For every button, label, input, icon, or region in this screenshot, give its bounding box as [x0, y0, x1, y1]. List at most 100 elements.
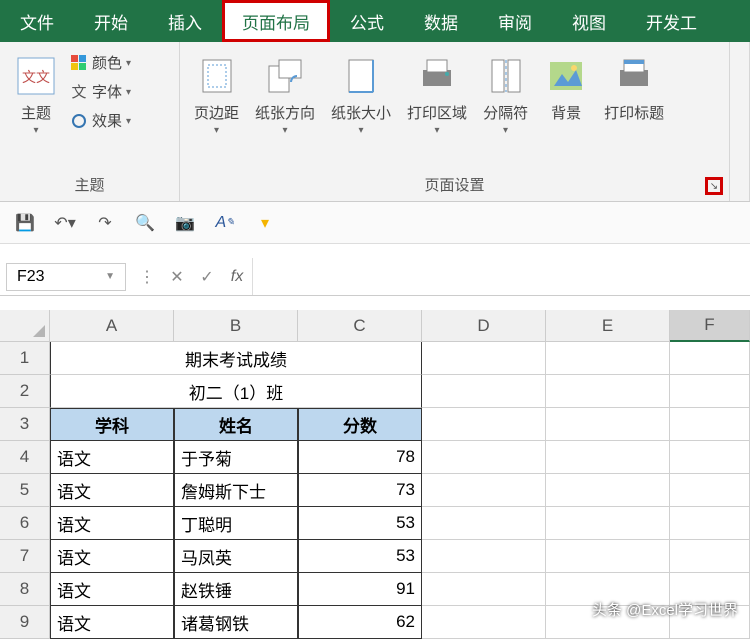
- col-header-A[interactable]: A: [50, 310, 174, 342]
- cell[interactable]: [422, 606, 546, 639]
- header-cell[interactable]: 姓名: [174, 408, 298, 441]
- cell[interactable]: [422, 540, 546, 573]
- watermark: 头条 @Excel学习世界: [592, 599, 738, 620]
- header-cell[interactable]: 学科: [50, 408, 174, 441]
- select-all-button[interactable]: [0, 310, 50, 342]
- redo-icon[interactable]: ↷: [94, 212, 116, 234]
- cell[interactable]: [670, 375, 750, 408]
- cell[interactable]: [422, 507, 546, 540]
- row-header-3[interactable]: 3: [0, 408, 50, 441]
- tab-insert[interactable]: 插入: [148, 0, 222, 42]
- fonts-button[interactable]: 文 字体▾: [66, 79, 135, 104]
- background-button[interactable]: 背景: [536, 50, 596, 127]
- row-header-5[interactable]: 5: [0, 474, 50, 507]
- cell[interactable]: [422, 408, 546, 441]
- tab-developer[interactable]: 开发工: [626, 0, 717, 42]
- cell[interactable]: 詹姆斯下士: [174, 474, 298, 507]
- row-header-6[interactable]: 6: [0, 507, 50, 540]
- cell[interactable]: 丁聪明: [174, 507, 298, 540]
- breaks-button[interactable]: 分隔符▾: [475, 50, 536, 140]
- tab-data[interactable]: 数据: [404, 0, 478, 42]
- save-icon[interactable]: 💾: [14, 212, 36, 234]
- cell[interactable]: 78: [298, 441, 422, 474]
- tab-file[interactable]: 文件: [0, 0, 74, 42]
- cell[interactable]: [546, 408, 670, 441]
- name-box[interactable]: F23 ▼: [6, 263, 126, 291]
- cell[interactable]: 于予菊: [174, 441, 298, 474]
- fx-icon[interactable]: fx: [222, 268, 252, 286]
- tab-formulas[interactable]: 公式: [330, 0, 404, 42]
- cell[interactable]: [422, 474, 546, 507]
- orientation-button[interactable]: 纸张方向▾: [247, 50, 323, 140]
- cell[interactable]: 语文: [50, 507, 174, 540]
- cell[interactable]: [422, 375, 546, 408]
- row-header-2[interactable]: 2: [0, 375, 50, 408]
- cell[interactable]: 62: [298, 606, 422, 639]
- cell[interactable]: 语文: [50, 540, 174, 573]
- cancel-icon[interactable]: ✕: [162, 267, 192, 287]
- cell[interactable]: [670, 540, 750, 573]
- title-cell[interactable]: 期末考试成绩: [50, 342, 422, 375]
- row-header-7[interactable]: 7: [0, 540, 50, 573]
- tab-page-layout[interactable]: 页面布局: [222, 0, 330, 42]
- cell[interactable]: [546, 474, 670, 507]
- print-area-button[interactable]: 打印区域▾: [399, 50, 475, 140]
- col-header-C[interactable]: C: [298, 310, 422, 342]
- cell[interactable]: 53: [298, 507, 422, 540]
- font-format-icon[interactable]: A✎: [214, 212, 236, 234]
- cell[interactable]: 赵铁锤: [174, 573, 298, 606]
- row-header-1[interactable]: 1: [0, 342, 50, 375]
- tab-home[interactable]: 开始: [74, 0, 148, 42]
- cell[interactable]: [670, 342, 750, 375]
- formula-input[interactable]: [252, 258, 750, 295]
- cell[interactable]: [546, 375, 670, 408]
- cell[interactable]: 语文: [50, 606, 174, 639]
- tab-review[interactable]: 审阅: [478, 0, 552, 42]
- cell[interactable]: [546, 507, 670, 540]
- cell[interactable]: 91: [298, 573, 422, 606]
- cell[interactable]: 语文: [50, 441, 174, 474]
- cell[interactable]: [670, 474, 750, 507]
- col-header-D[interactable]: D: [422, 310, 546, 342]
- themes-button[interactable]: 文文 主题 ▾: [6, 50, 66, 140]
- row-header-4[interactable]: 4: [0, 441, 50, 474]
- colors-button[interactable]: 颜色▾: [66, 50, 135, 75]
- subtitle-cell[interactable]: 初二（1）班: [50, 375, 422, 408]
- camera-icon[interactable]: 📷: [174, 212, 196, 234]
- cell[interactable]: [422, 573, 546, 606]
- cell[interactable]: [546, 540, 670, 573]
- page-setup-launcher[interactable]: ↘: [705, 177, 723, 195]
- effects-button[interactable]: 效果▾: [66, 108, 135, 133]
- col-header-B[interactable]: B: [174, 310, 298, 342]
- enter-icon[interactable]: ✓: [192, 267, 222, 287]
- cell[interactable]: 73: [298, 474, 422, 507]
- row-header-9[interactable]: 9: [0, 606, 50, 639]
- cell[interactable]: [546, 342, 670, 375]
- tab-view[interactable]: 视图: [552, 0, 626, 42]
- undo-icon[interactable]: ↶▾: [54, 212, 76, 234]
- size-button[interactable]: 纸张大小▾: [323, 50, 399, 140]
- cell[interactable]: 53: [298, 540, 422, 573]
- cell[interactable]: [422, 441, 546, 474]
- colors-label: 颜色: [92, 52, 122, 73]
- cell[interactable]: 语文: [50, 573, 174, 606]
- print-area-label: 打印区域: [407, 102, 467, 123]
- highlight-icon[interactable]: ▾: [254, 212, 276, 234]
- cell[interactable]: [670, 408, 750, 441]
- orientation-label: 纸张方向: [255, 102, 315, 123]
- cell[interactable]: [422, 342, 546, 375]
- cell[interactable]: 诸葛钢铁: [174, 606, 298, 639]
- cell[interactable]: 语文: [50, 474, 174, 507]
- print-titles-button[interactable]: 打印标题: [596, 50, 672, 127]
- margins-button[interactable]: 页边距▾: [186, 50, 247, 140]
- cell[interactable]: [670, 441, 750, 474]
- cell[interactable]: [546, 441, 670, 474]
- col-header-F[interactable]: F: [670, 310, 750, 342]
- preview-icon[interactable]: 🔍: [134, 212, 156, 234]
- cell[interactable]: [670, 507, 750, 540]
- cell[interactable]: 马凤英: [174, 540, 298, 573]
- header-cell[interactable]: 分数: [298, 408, 422, 441]
- formula-dots[interactable]: ⋮: [132, 267, 162, 287]
- row-header-8[interactable]: 8: [0, 573, 50, 606]
- col-header-E[interactable]: E: [546, 310, 670, 342]
